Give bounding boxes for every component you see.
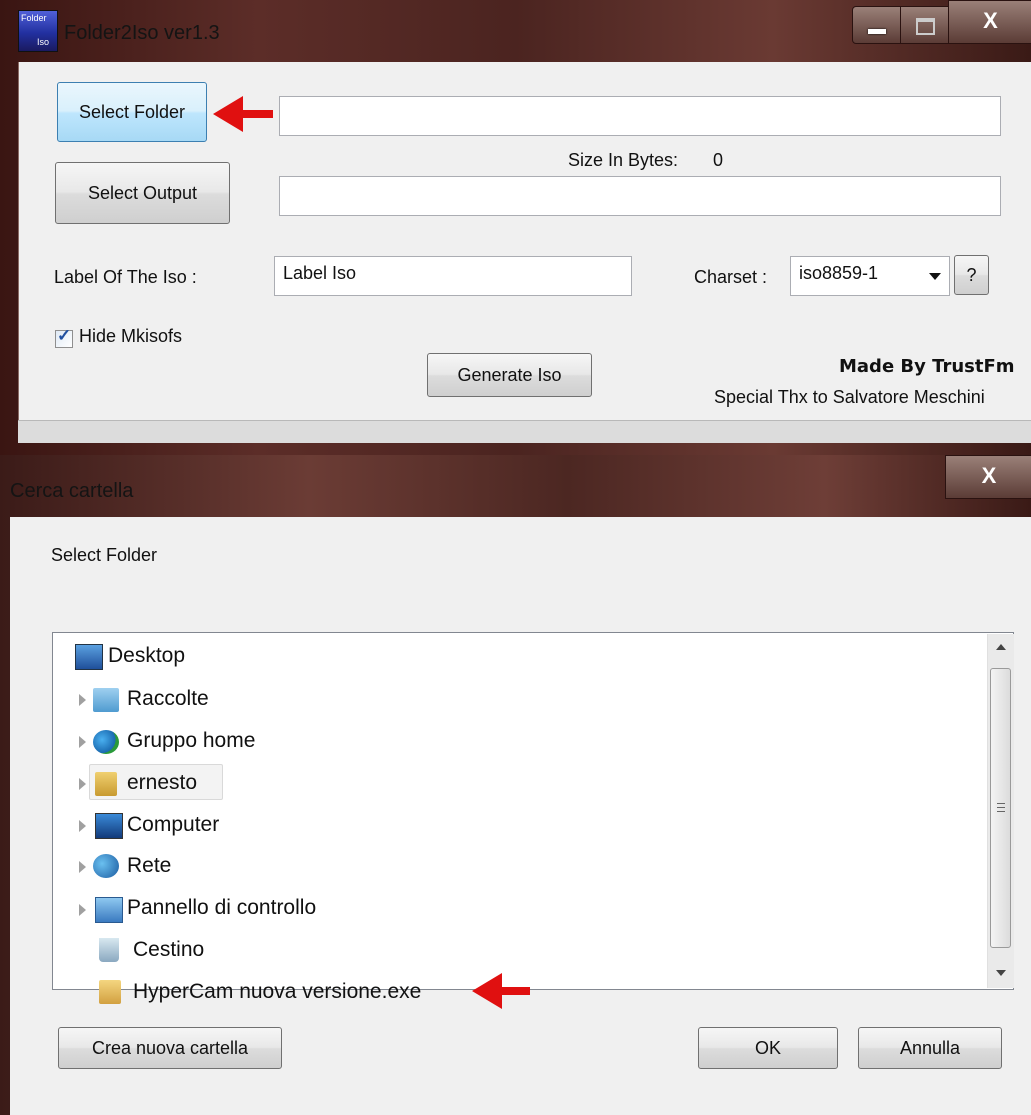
expand-icon[interactable] xyxy=(79,778,86,790)
select-output-button[interactable]: Select Output xyxy=(55,162,230,224)
control-panel-icon xyxy=(95,897,123,923)
libraries-icon xyxy=(93,688,119,712)
tree-item-cestino[interactable]: Cestino xyxy=(133,933,204,967)
hide-mkisofs-checkbox[interactable]: ✓ xyxy=(55,326,73,348)
scroll-up-icon[interactable] xyxy=(988,634,1014,662)
tree-item-gruppo-home[interactable]: Gruppo home xyxy=(127,724,255,758)
tree-item-desktop[interactable]: Desktop xyxy=(108,639,185,673)
network-icon xyxy=(93,854,119,878)
expand-icon[interactable] xyxy=(79,861,86,873)
close-icon: X xyxy=(983,8,998,33)
folder-icon xyxy=(99,980,121,1004)
ok-button[interactable]: OK xyxy=(698,1027,838,1069)
checkmark-icon: ✓ xyxy=(57,326,72,345)
new-folder-button[interactable]: Crea nuova cartella xyxy=(58,1027,282,1069)
tree-item-pannello[interactable]: Pannello di controllo xyxy=(127,891,316,925)
folder2iso-window: Folder Iso Folder2Iso ver1.3 X Select Fo… xyxy=(0,0,1031,455)
iso-label-caption: Label Of The Iso : xyxy=(54,267,197,287)
main-client-area: Select Folder Size In Bytes: 0 Select Ou… xyxy=(18,62,1031,420)
minimize-icon xyxy=(868,29,886,34)
maximize-button[interactable] xyxy=(900,6,950,44)
browse-folder-dialog: Cerca cartella X Select Folder Desktop R… xyxy=(0,455,1031,1115)
close-button[interactable]: X xyxy=(948,0,1031,44)
charset-value: iso8859-1 xyxy=(799,263,879,283)
size-label: Size In Bytes: xyxy=(568,150,679,170)
tree-item-computer[interactable]: Computer xyxy=(127,808,219,842)
expand-icon[interactable] xyxy=(79,820,86,832)
scroll-thumb[interactable] xyxy=(990,668,1011,948)
output-path-input[interactable] xyxy=(279,176,1001,216)
tree-scrollbar[interactable] xyxy=(987,634,1014,988)
close-icon: X xyxy=(981,463,997,488)
dialog-client-area: Select Folder Desktop Raccolte Gruppo ho… xyxy=(10,517,1031,1115)
iso-label-input[interactable]: Label Iso xyxy=(274,256,632,296)
credit-made-by: Made By TrustFm xyxy=(839,356,1015,377)
dialog-title: Cerca cartella xyxy=(10,480,134,502)
folder-tree[interactable]: Desktop Raccolte Gruppo home ernesto Com… xyxy=(52,632,1014,1009)
dialog-close-button[interactable]: X xyxy=(945,455,1031,499)
minimize-button[interactable] xyxy=(852,6,902,44)
expand-icon[interactable] xyxy=(79,904,86,916)
tree-item-hypercam[interactable]: HyperCam nuova versione.exe xyxy=(133,975,421,1009)
desktop-icon xyxy=(75,644,103,670)
homegroup-icon xyxy=(93,730,119,754)
maximize-icon xyxy=(916,18,935,35)
credit-thanks: Special Thx to Salvatore Meschini xyxy=(714,387,985,407)
window-title: Folder2Iso ver1.3 xyxy=(64,22,220,44)
size-value: 0 xyxy=(713,150,724,170)
cancel-button[interactable]: Annulla xyxy=(858,1027,1002,1069)
charset-caption: Charset : xyxy=(694,267,768,287)
generate-iso-button[interactable]: Generate Iso xyxy=(427,353,592,397)
folder-path-input[interactable] xyxy=(279,96,1001,136)
tree-item-ernesto[interactable]: ernesto xyxy=(127,766,197,800)
folder2iso-app-icon[interactable]: Folder Iso xyxy=(18,10,58,52)
select-folder-button[interactable]: Select Folder xyxy=(57,82,207,142)
charset-help-button[interactable]: ? xyxy=(954,255,989,295)
user-folder-icon xyxy=(95,772,117,796)
computer-icon xyxy=(95,813,123,839)
status-bar xyxy=(18,420,1031,443)
charset-select[interactable]: iso8859-1 xyxy=(790,256,950,296)
chevron-down-icon xyxy=(929,273,941,280)
tree-item-rete[interactable]: Rete xyxy=(127,849,171,883)
tree-item-raccolte[interactable]: Raccolte xyxy=(127,682,209,716)
scroll-down-icon[interactable] xyxy=(988,960,1014,988)
expand-icon[interactable] xyxy=(79,736,86,748)
dialog-prompt: Select Folder xyxy=(51,545,158,565)
hide-mkisofs-label: Hide Mkisofs xyxy=(79,326,183,346)
recycle-bin-icon xyxy=(99,938,119,962)
expand-icon[interactable] xyxy=(79,694,86,706)
